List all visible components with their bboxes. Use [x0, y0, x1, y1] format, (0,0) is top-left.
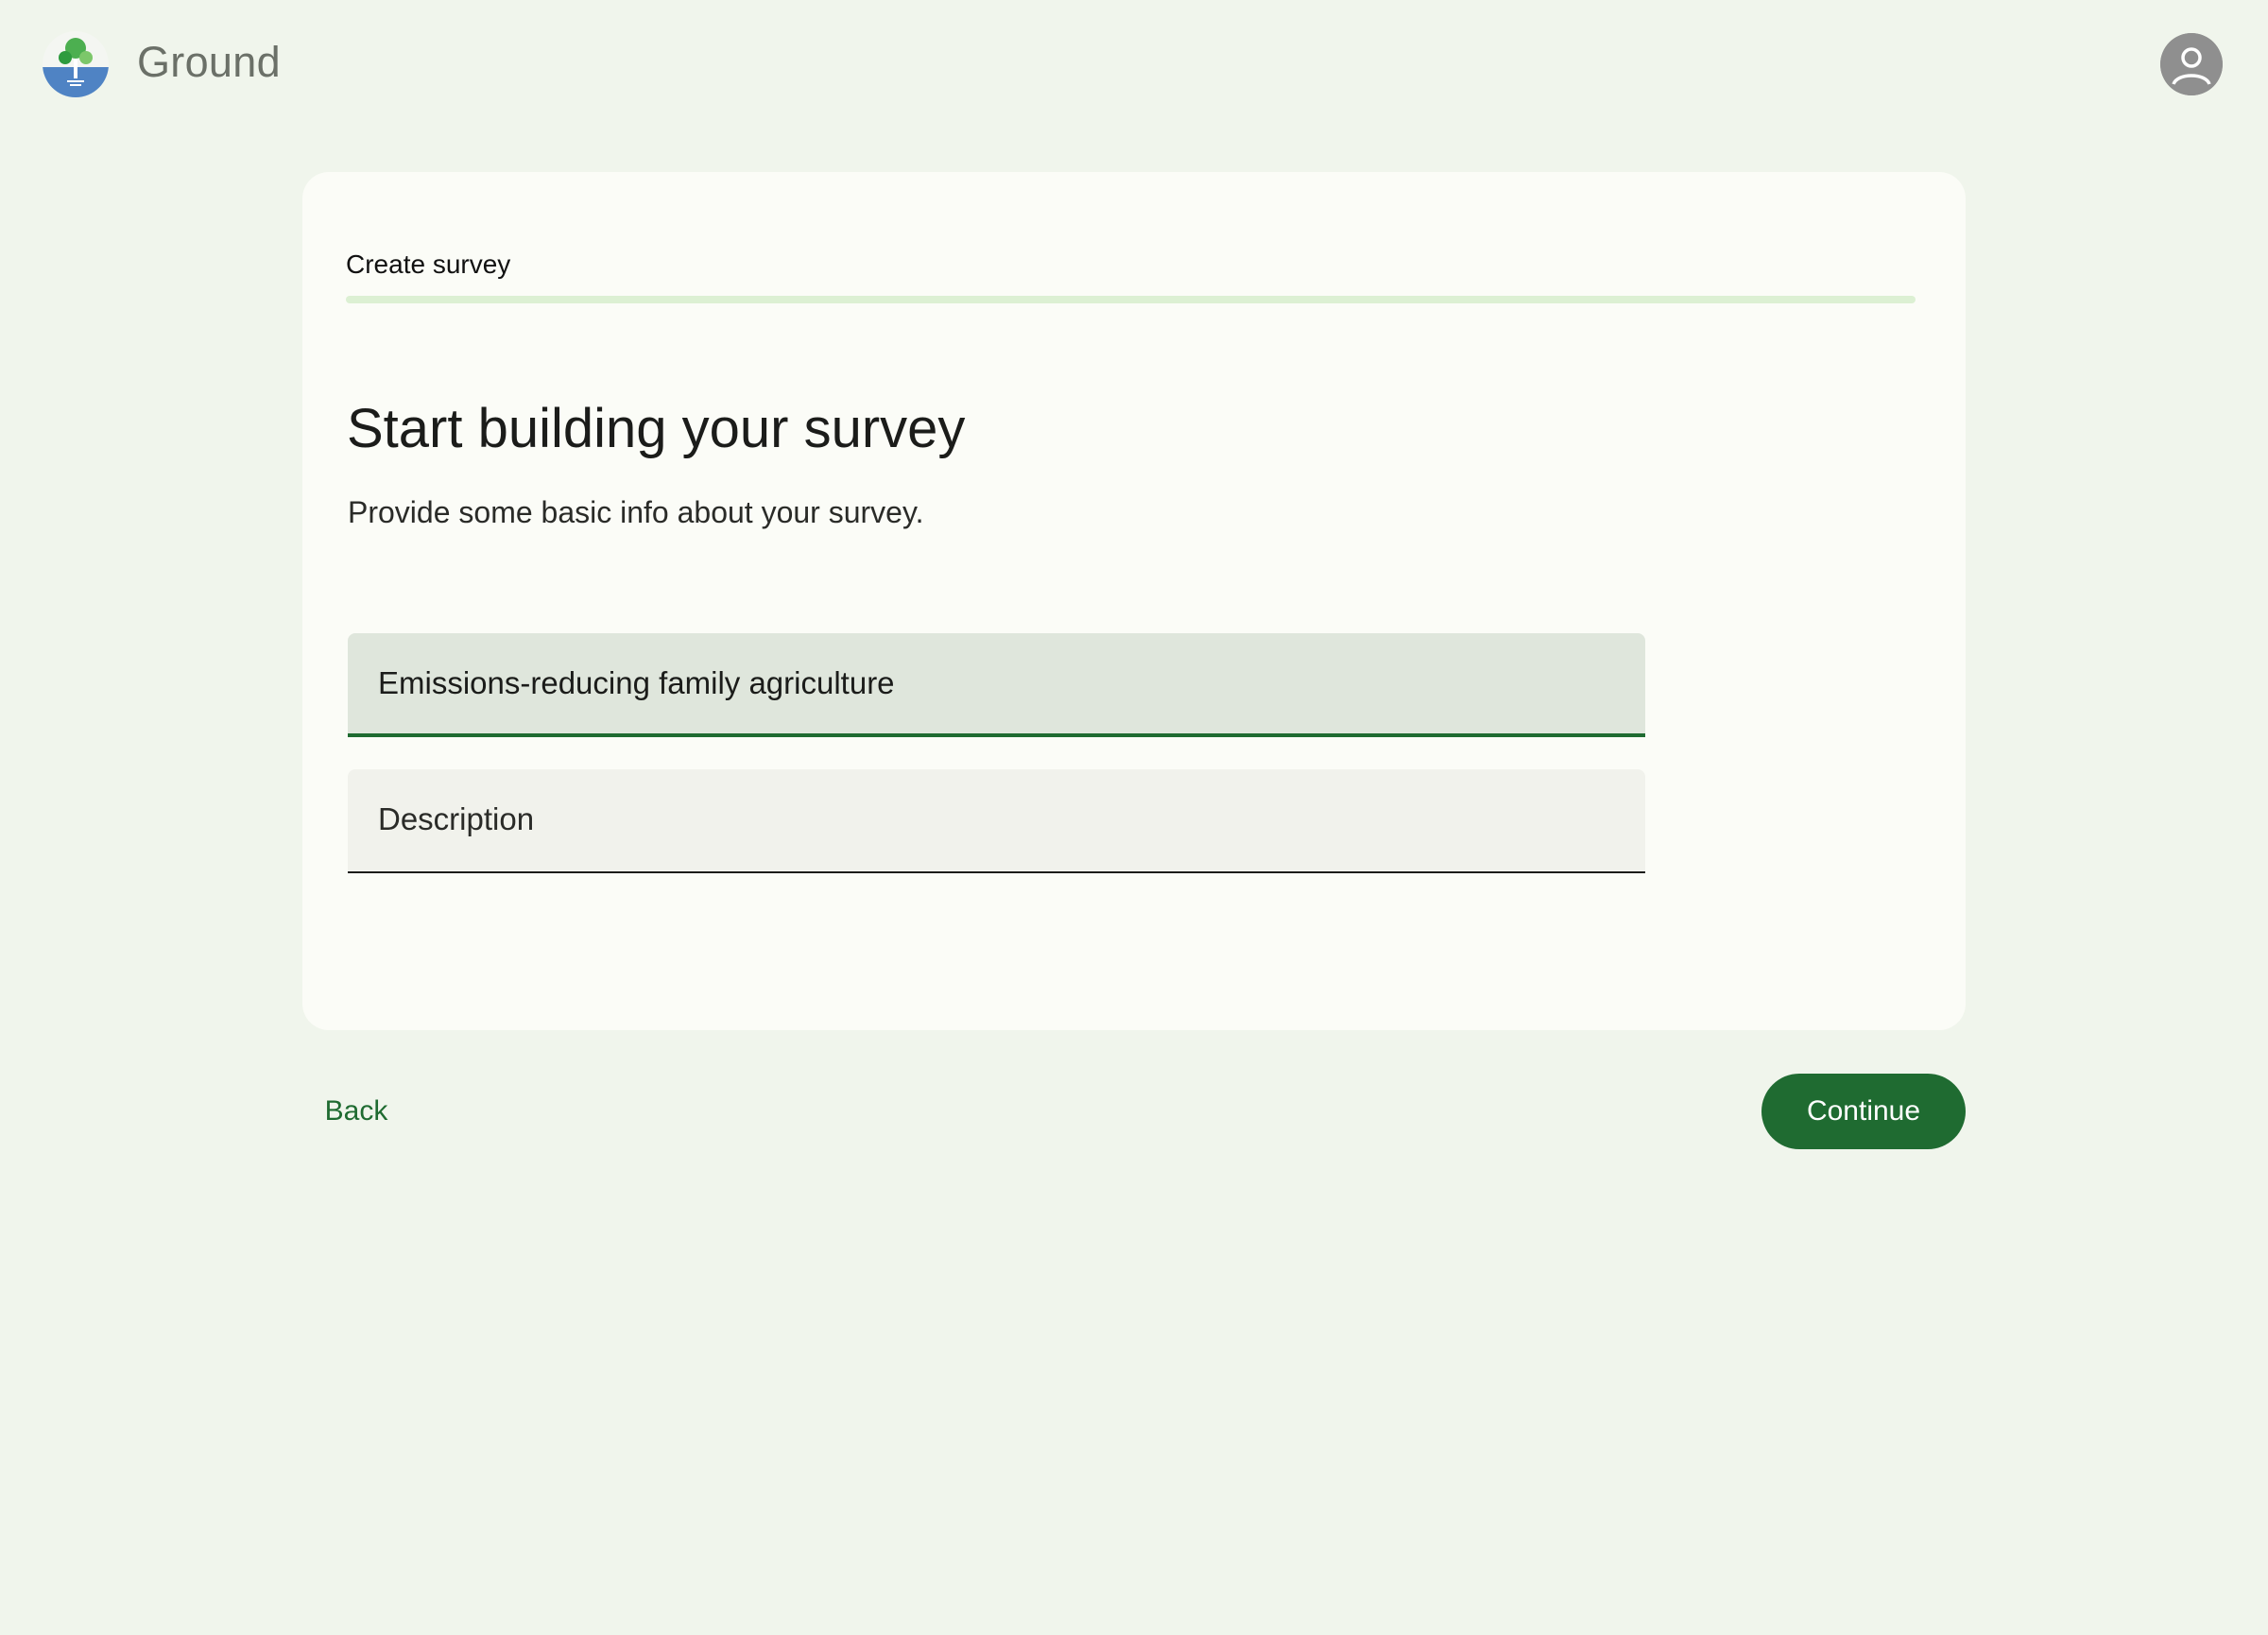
survey-title-input[interactable]: [378, 633, 1606, 733]
create-survey-card: Create survey Start building your survey…: [302, 172, 1966, 1030]
survey-description-input[interactable]: [378, 769, 1606, 869]
account-circle-icon: [2160, 33, 2223, 95]
step-label: Create survey: [346, 250, 511, 279]
survey-description-field[interactable]: [348, 769, 1645, 873]
app-title: Ground: [137, 38, 281, 86]
page-title: Start building your survey: [347, 398, 966, 459]
progress-bar: [346, 296, 1916, 303]
ground-logo-icon: [43, 31, 109, 97]
app-header: Ground: [0, 0, 2268, 129]
account-button[interactable]: [2160, 33, 2223, 95]
back-button[interactable]: Back: [302, 1074, 410, 1149]
survey-title-field[interactable]: [348, 633, 1645, 737]
page-subtitle: Provide some basic info about your surve…: [348, 495, 924, 529]
continue-button[interactable]: Continue: [1761, 1074, 1966, 1149]
